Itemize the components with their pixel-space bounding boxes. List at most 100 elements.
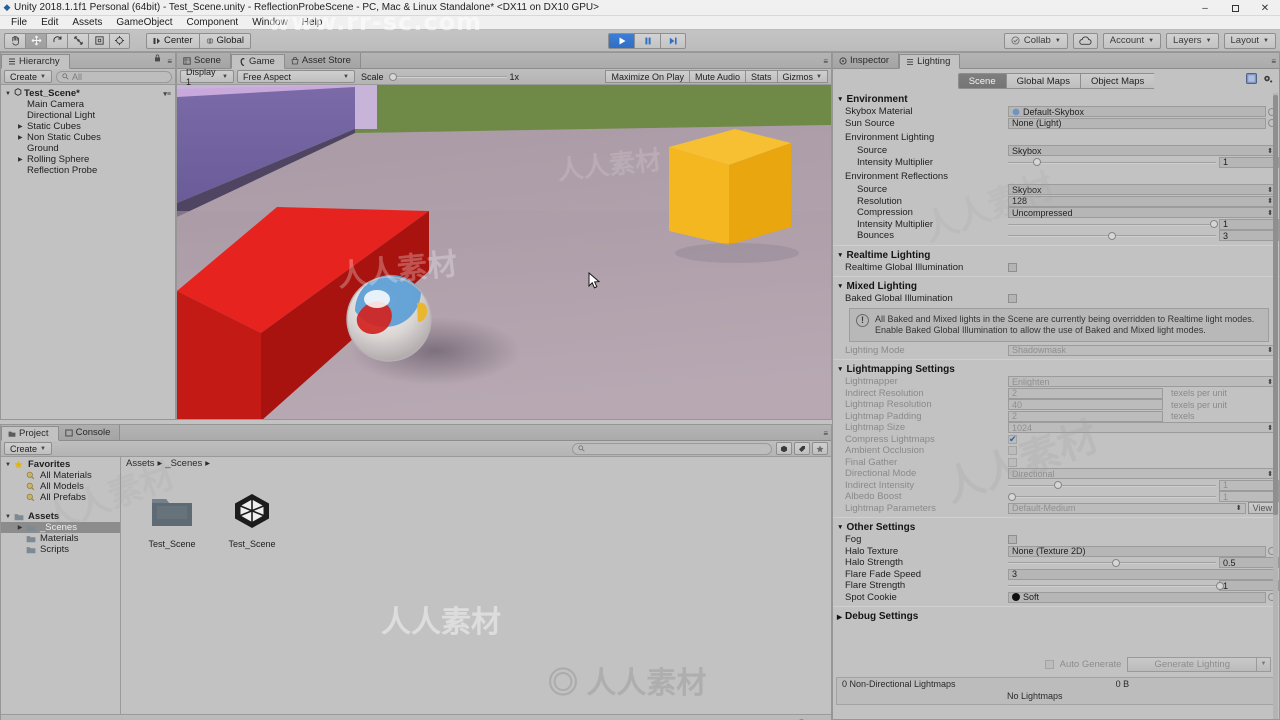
project-tree-item[interactable]: All Models [1,481,120,492]
menu-assets[interactable]: Assets [65,16,109,30]
property-value[interactable]: 1 [1219,580,1279,592]
inspector-scrollbar[interactable] [1273,93,1278,719]
el-source-dropdown[interactable]: Skybox ⬍ [1008,145,1277,157]
asset-item[interactable]: Test_Scene [141,488,203,549]
hierarchy-item[interactable]: ▼ Test_Scene* ▾≡ [1,88,175,99]
pivot-toggle-button[interactable]: Center [146,32,199,49]
er-bounces-value[interactable]: 3 [1219,230,1279,242]
property-text-field[interactable]: 2 [1008,387,1163,399]
er-bounces-slider[interactable] [1008,230,1216,241]
property-dropdown[interactable]: 1024 ⬍ [1008,422,1277,434]
el-intensity-slider[interactable] [1008,157,1216,168]
maximize-button[interactable] [1220,0,1250,16]
project-tree-item[interactable]: All Materials [1,470,120,481]
mode-global-maps-button[interactable]: Global Maps [1005,73,1080,89]
project-menu-icon[interactable]: ≡ [823,429,828,438]
menu-gameobject[interactable]: GameObject [109,16,179,30]
tab-game[interactable]: Game [230,54,285,69]
scale-slider[interactable] [388,70,507,83]
project-tree-item[interactable]: All Prefabs [1,492,120,503]
property-checkbox[interactable] [1008,446,1017,456]
stats-button[interactable]: Stats [746,70,778,83]
property-checkbox[interactable] [1008,434,1017,445]
project-tree-item[interactable]: Materials [1,533,120,544]
layout-button[interactable]: Layout ▼ [1223,32,1276,49]
property-dropdown[interactable]: Default-Medium ⬍ [1008,502,1246,514]
close-button[interactable]: ✕ [1250,0,1280,16]
project-tree-item[interactable]: ▼ Favorites [1,459,120,470]
project-tree-item[interactable]: ▶ _Scenes [1,522,120,533]
property-value[interactable]: 1 [1219,491,1279,503]
chevron-right-icon[interactable]: ▶ [18,156,27,163]
hierarchy-item[interactable]: Ground [1,143,175,154]
menu-component[interactable]: Component [180,16,246,30]
baked-gi-checkbox[interactable] [1008,294,1017,304]
tab-project[interactable]: Project [1,426,59,441]
tab-hierarchy[interactable]: Hierarchy [1,54,70,69]
section-environment-header[interactable]: ▼ Environment [833,93,1279,106]
filter-favorite-button[interactable] [812,442,828,455]
menu-edit[interactable]: Edit [34,16,65,30]
layers-button[interactable]: Layers ▼ [1166,32,1219,49]
tab-inspector[interactable]: Inspector [833,53,900,68]
chevron-down-icon[interactable]: ▼ [4,514,12,520]
project-tree-item[interactable]: Scripts [1,544,120,555]
pause-button[interactable] [634,32,660,49]
scale-tool-button[interactable] [67,32,88,49]
game-render-surface[interactable]: 人人素材 人人素材 [177,85,831,419]
lighting-mode-dropdown[interactable]: Shadowmask ⬍ [1008,344,1277,356]
property-slider[interactable] [1008,580,1224,591]
property-object-field[interactable]: Soft [1008,591,1266,603]
hierarchy-lock-icon[interactable] [154,54,161,65]
project-search-input[interactable] [572,442,772,455]
section-other-settings-header[interactable]: ▼ Other Settings [833,521,1279,534]
mode-scene-button[interactable]: Scene [957,73,1006,89]
property-slider[interactable] [1008,480,1216,491]
mode-object-maps-button[interactable]: Object Maps [1079,73,1155,89]
el-intensity-value[interactable]: 1 [1219,156,1279,168]
property-value[interactable]: 0.5 [1219,557,1279,569]
project-tree-item[interactable]: ▼ Assets [1,511,120,522]
filter-type-button[interactable] [776,442,792,455]
chevron-down-icon[interactable]: ▼ [5,91,14,97]
tab-asset-store[interactable]: Asset Store [284,53,361,68]
step-button[interactable] [660,32,686,49]
hierarchy-search-input[interactable]: All [55,70,172,83]
menu-help[interactable]: Help [295,16,330,30]
breadcrumb-assets[interactable]: Assets [126,458,155,469]
property-checkbox[interactable] [1008,457,1017,467]
hierarchy-item[interactable]: ▶ Rolling Sphere [1,154,175,165]
account-button[interactable]: Account ▼ [1102,32,1162,49]
er-resolution-dropdown[interactable]: 128 ⬍ [1008,195,1277,207]
space-toggle-button[interactable]: Global [198,32,251,49]
aspect-dropdown[interactable]: Free Aspect ▼ [237,70,355,83]
er-intensity-slider[interactable] [1008,219,1218,230]
generate-lighting-button[interactable]: Generate Lighting [1127,656,1257,672]
hierarchy-item[interactable]: ▶ Non Static Cubes [1,132,175,143]
hierarchy-item[interactable]: Reflection Probe [1,165,175,176]
hierarchy-item[interactable]: Directional Light [1,110,175,121]
sun-source-field[interactable]: None (Light) [1008,117,1266,129]
chevron-right-icon[interactable]: ▶ [18,134,27,141]
section-mixed-lighting-header[interactable]: ▼ Mixed Lighting [833,280,1279,293]
move-tool-button[interactable] [25,32,46,49]
property-dropdown[interactable]: Enlighten ⬍ [1008,376,1277,388]
minimize-button[interactable]: – [1190,0,1220,16]
inspector-menu-icon[interactable]: ≡ [1271,57,1276,66]
hierarchy-create-button[interactable]: Create ▼ [4,70,52,83]
breadcrumb-scenes[interactable]: _Scenes [165,458,202,469]
auto-generate-checkbox[interactable] [1044,659,1054,669]
maximize-on-play-button[interactable]: Maximize On Play [605,70,690,83]
rect-tool-button[interactable] [88,32,109,49]
chevron-right-icon[interactable]: ▶ [18,123,27,130]
tab-console[interactable]: Console [58,425,121,440]
asset-item[interactable]: Test_Scene [221,488,283,549]
mute-audio-button[interactable]: Mute Audio [689,70,747,83]
property-checkbox[interactable] [1008,535,1017,545]
gameview-menu-icon[interactable]: ≡ [823,57,828,66]
er-compression-dropdown[interactable]: Uncompressed ⬍ [1008,207,1277,219]
hierarchy-menu-icon[interactable]: ≡ [167,57,172,66]
menu-file[interactable]: File [4,16,34,30]
section-realtime-lighting-header[interactable]: ▼ Realtime Lighting [833,249,1279,262]
transform-tool-button[interactable] [109,32,130,49]
